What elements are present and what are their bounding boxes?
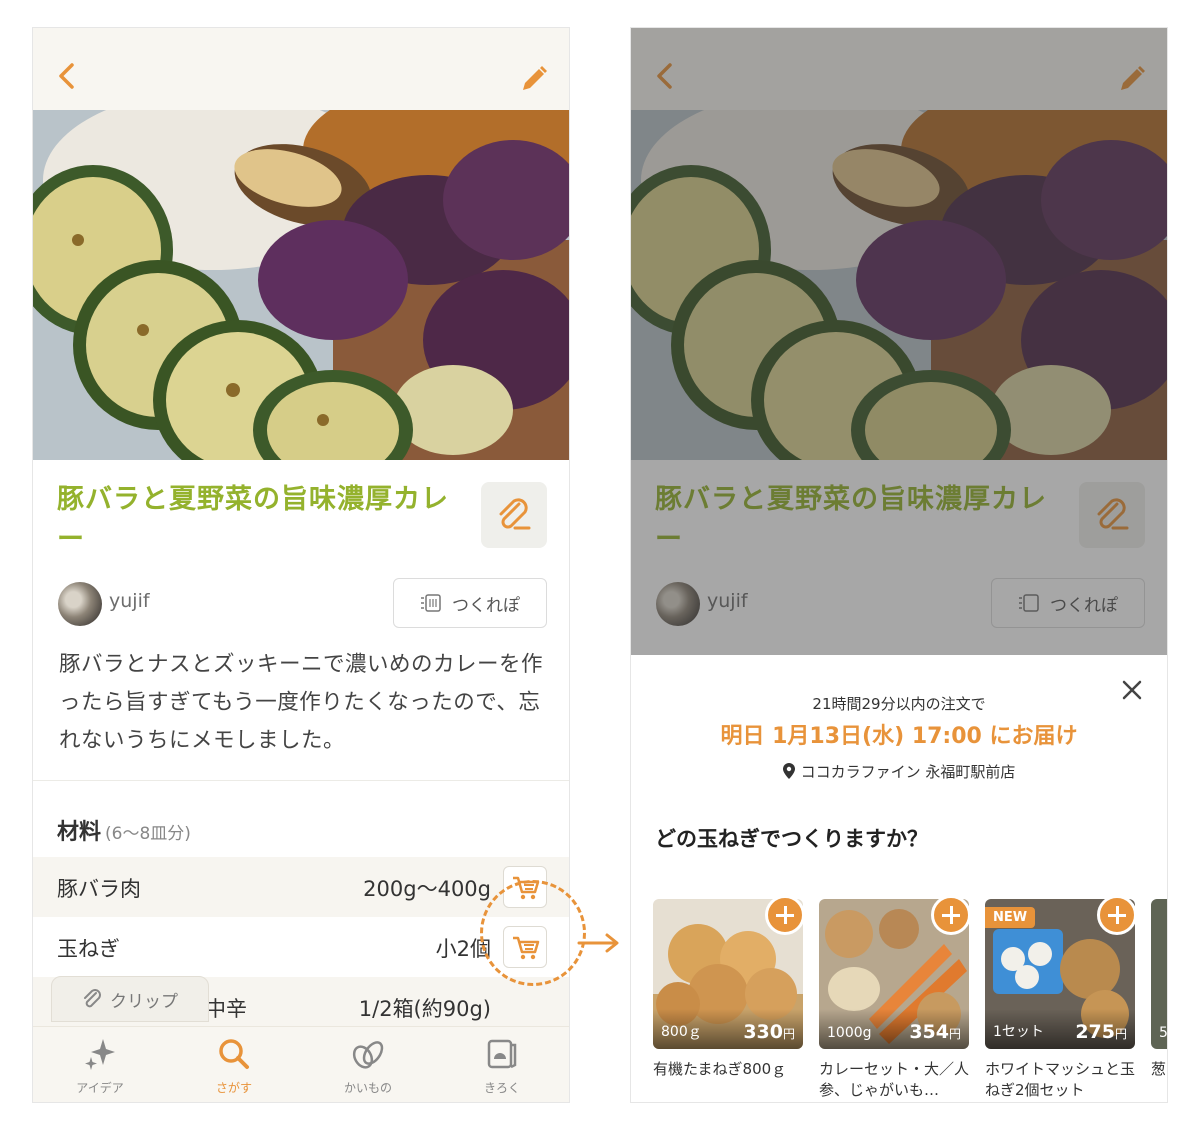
servings: (6〜8皿分) <box>105 824 191 844</box>
ingredient-name: 玉ねぎ <box>57 937 120 961</box>
add-product-button[interactable] <box>1097 895 1137 935</box>
tab-label: きろく <box>483 1081 520 1095</box>
arrow-right-icon <box>577 933 619 953</box>
clip-label: クリップ <box>110 991 178 1012</box>
ingredient-name: 中辛 <box>205 997 247 1021</box>
product-name: 葱ニ <box>1151 1060 1167 1078</box>
product-name: ホワイトマッシュと玉ねぎ2個セット <box>985 1060 1136 1099</box>
order-deadline: 21時間29分以内の注文で <box>812 695 986 713</box>
ingredient-amount: 200g〜400g <box>363 877 491 901</box>
product-price: 354円 <box>909 1021 961 1043</box>
new-badge: NEW <box>985 907 1036 928</box>
ingredients-header: 材料 (6〜8皿分) <box>57 814 191 846</box>
location-pin-icon <box>782 763 795 779</box>
recipe-photo <box>33 110 569 460</box>
product-name: カレーセット・大／人参、じゃがいも… <box>819 1060 970 1099</box>
add-product-button[interactable] <box>765 895 805 935</box>
ingredient-amount: 1/2箱(約90g) <box>358 997 491 1021</box>
highlight-circle <box>480 880 586 986</box>
author-name[interactable]: yujif <box>109 590 150 612</box>
paperclip-icon <box>499 498 531 530</box>
modal-backdrop[interactable] <box>631 28 1167 655</box>
tsukurepo-button[interactable]: つくれぽ <box>393 578 547 628</box>
clip-button[interactable] <box>481 482 547 548</box>
ingredient-name: 豚バラ肉 <box>57 877 141 901</box>
product-weight: 1セット <box>993 1024 1044 1040</box>
tab-record[interactable]: きろく <box>435 1027 569 1102</box>
divider <box>33 780 569 781</box>
delivery-time: 明日 1月13日(水) 17:00 にお届け <box>720 724 1078 749</box>
recipe-description: 豚バラとナスとズッキーニで濃いめのカレーを作ったら旨すぎてもう一度作りたくなった… <box>59 652 544 753</box>
sparkle-icon <box>85 1039 115 1070</box>
tab-label: かいもの <box>343 1081 392 1095</box>
shopping-sheet: 21時間29分以内の注文で 明日 1月13日(水) 17:00 にお届け ココカ… <box>631 655 1168 1102</box>
ingredients-label: 材料 <box>57 820 102 845</box>
product-card[interactable]: 5 葱ニ <box>1151 899 1168 1080</box>
product-weight: 5 <box>1159 1025 1168 1041</box>
tsukurepo-label: つくれぽ <box>452 595 520 616</box>
product-card[interactable]: NEW 1セット 275円 ホワイトマッシュと玉ねぎ2個セット <box>985 895 1137 1101</box>
back-arrow-icon[interactable] <box>55 62 79 90</box>
record-icon <box>487 1039 517 1069</box>
product-card[interactable]: 1000g 354円 カレーセット・大／人参、じゃがいも… <box>819 895 971 1101</box>
tab-idea[interactable]: アイデア <box>33 1027 167 1102</box>
add-product-button[interactable] <box>931 895 971 935</box>
search-icon <box>219 1039 249 1069</box>
tab-search[interactable]: さがす <box>167 1027 301 1102</box>
tab-label: さがす <box>215 1081 252 1095</box>
avatar[interactable] <box>58 582 102 626</box>
product-weight: 1000g <box>827 1025 872 1041</box>
product-image: 5 <box>1151 899 1168 1049</box>
top-bar <box>33 28 569 110</box>
tsukurepo-icon <box>421 594 441 612</box>
store-name: ココカラファイン 永福町駅前店 <box>800 763 1016 781</box>
shopping-sheet-screen: 豚バラと夏野菜の旨味濃厚カレー yujif つくれぽ 21時間29分以内の注文で… <box>630 27 1168 1103</box>
product-question: どの玉ねぎでつくりますか？ <box>655 827 928 851</box>
clip-tab[interactable]: クリップ <box>51 976 209 1022</box>
product-name: 有機たまねぎ800ｇ <box>653 1060 787 1078</box>
product-price: 330円 <box>743 1021 795 1043</box>
product-price: 275円 <box>1075 1021 1127 1043</box>
tab-shopping[interactable]: かいもの <box>301 1027 435 1102</box>
product-weight: 800ｇ <box>661 1024 702 1040</box>
pencil-icon[interactable] <box>519 64 549 94</box>
recipe-title: 豚バラと夏野菜の旨味濃厚カレー <box>57 484 449 555</box>
bottom-tab-bar: アイデア さがす かいもの きろく <box>33 1026 569 1102</box>
tab-label: アイデア <box>76 1081 124 1095</box>
paperclip-icon <box>84 989 101 1008</box>
store-location[interactable]: ココカラファイン 永福町駅前店 <box>631 761 1167 782</box>
product-card[interactable]: 800ｇ 330円 有機たまねぎ800ｇ <box>653 895 805 1080</box>
shopping-icon <box>352 1041 384 1069</box>
